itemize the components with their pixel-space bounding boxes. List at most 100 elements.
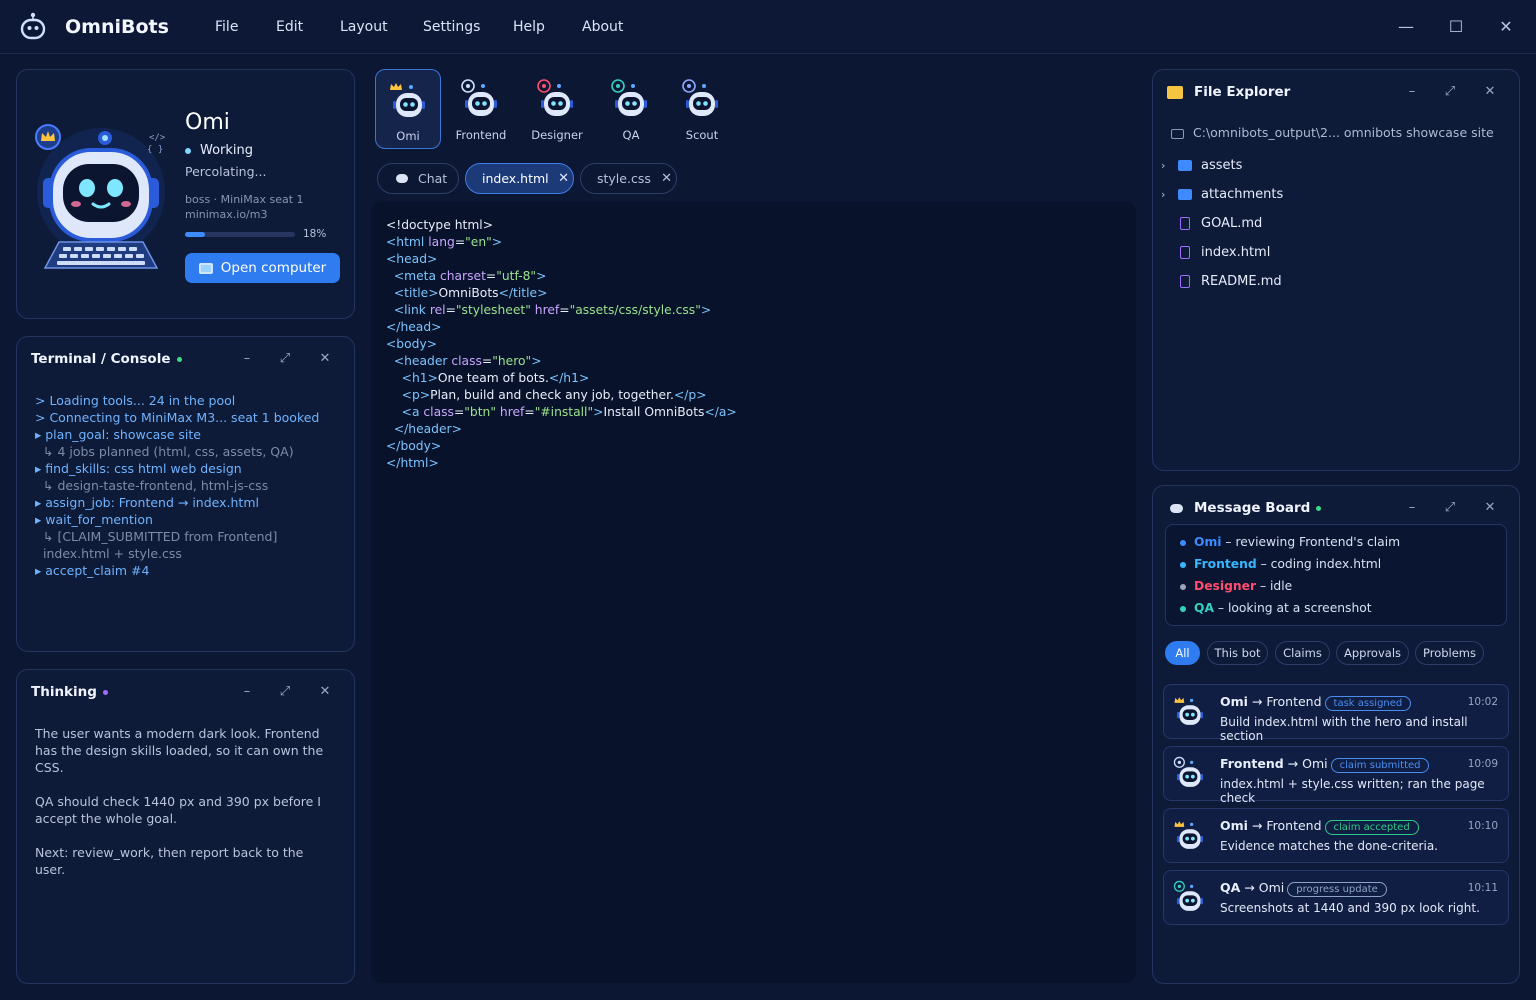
message-recipient: Frontend xyxy=(1266,694,1322,709)
profile-model: minimax.io/m3 xyxy=(185,208,268,221)
file-name: attachments xyxy=(1201,187,1284,202)
thinking-text: The user wants a modern dark look. Front… xyxy=(35,725,335,895)
file-name: README.md xyxy=(1201,274,1282,289)
bot-tab-omi[interactable]: Omi xyxy=(375,69,441,149)
close-window-button[interactable]: ✕ xyxy=(1495,16,1517,38)
bot-tab-scout[interactable]: Scout xyxy=(669,69,735,149)
message-header: Omi → Frontend task assigned xyxy=(1220,694,1412,711)
message-badge: progress update xyxy=(1287,882,1387,897)
tab-style-css[interactable]: style.css ✕ xyxy=(580,163,677,194)
maximize-window-button[interactable]: ☐ xyxy=(1445,16,1467,38)
close-panel-icon[interactable]: ✕ xyxy=(315,682,335,702)
code-line[interactable]: <head> xyxy=(386,251,737,268)
filter-this-bot[interactable]: This bot xyxy=(1207,641,1268,665)
close-tab-icon[interactable]: ✕ xyxy=(558,171,569,186)
code-line[interactable]: <a class="btn" href="#install">Install O… xyxy=(386,404,737,421)
minimize-panel-icon[interactable]: – xyxy=(237,349,257,369)
menu-file[interactable]: File xyxy=(215,19,238,35)
tab-chat-label: Chat xyxy=(418,171,448,186)
status-dot-icon xyxy=(1180,583,1186,590)
message-card[interactable]: Omi → Frontend task assigned 10:02 Build in… xyxy=(1163,684,1509,743)
arrow-icon: → xyxy=(1247,818,1267,833)
open-computer-button[interactable]: Open computer xyxy=(185,253,340,283)
minimize-panel-icon[interactable]: – xyxy=(1402,498,1422,518)
terminal-panel: Terminal / Console – ⤢ ✕ > Loading tools… xyxy=(16,336,355,652)
message-body: Evidence matches the done-criteria. xyxy=(1220,839,1438,853)
arrow-icon: → xyxy=(1283,756,1303,771)
file-item[interactable]: GOAL.md xyxy=(1161,216,1262,231)
file-path: C:\omnibots_output\2... omnibots showcas… xyxy=(1171,125,1494,140)
minimize-window-button[interactable]: — xyxy=(1395,16,1417,38)
expand-panel-icon[interactable]: ⤢ xyxy=(275,682,295,702)
message-body: index.html + style.css written; ran the … xyxy=(1220,777,1485,805)
terminal-line: > Loading tools... 24 in the pool xyxy=(35,393,236,408)
code-line[interactable]: <h1>One team of bots.</h1> xyxy=(386,370,737,387)
profile-panel: </> { } Omi Working Percolating... boss … xyxy=(16,69,355,319)
code-editor[interactable]: <!doctype html> <html lang="en"> <head> <m… xyxy=(371,202,1136,983)
close-tab-icon[interactable]: ✕ xyxy=(661,171,672,186)
arrow-icon: → xyxy=(1240,880,1259,895)
message-card[interactable]: Frontend → Omi claim submitted 10:09 index.… xyxy=(1163,746,1509,805)
file-explorer-title: File Explorer xyxy=(1194,84,1291,100)
terminal-line: ↳ design-taste-frontend, html-js-css xyxy=(43,478,269,493)
file-item[interactable]: index.html xyxy=(1161,245,1270,260)
svg-text:{ }: { } xyxy=(147,145,163,155)
bot-label: Scout xyxy=(685,128,719,142)
bot-name: Omi xyxy=(1194,535,1222,549)
menu-help[interactable]: Help xyxy=(513,19,545,35)
minimize-panel-icon[interactable]: – xyxy=(1402,82,1422,102)
tab-index-html[interactable]: index.html ✕ xyxy=(465,163,574,194)
terminal-line: > Connecting to MiniMax M3... seat 1 boo… xyxy=(35,410,320,425)
close-panel-icon[interactable]: ✕ xyxy=(1480,82,1500,102)
bot-avatar-icon xyxy=(537,79,573,116)
filter-approvals[interactable]: Approvals xyxy=(1336,641,1409,665)
bot-tab-qa[interactable]: QA xyxy=(598,69,664,149)
filter-problems[interactable]: Problems xyxy=(1415,641,1484,665)
expand-panel-icon[interactable]: ⤢ xyxy=(1440,82,1460,102)
app-title: OmniBots xyxy=(65,16,169,38)
bot-name: QA xyxy=(1194,601,1214,615)
expand-panel-icon[interactable]: ⤢ xyxy=(1440,498,1460,518)
bot-status-list: Omi – reviewing Frontend's claim Frontend… xyxy=(1165,524,1507,626)
close-panel-icon[interactable]: ✕ xyxy=(1480,498,1500,518)
code-line[interactable]: <!doctype html> xyxy=(386,217,737,234)
message-time: 10:11 xyxy=(1467,882,1498,894)
open-computer-label: Open computer xyxy=(220,260,327,276)
chevron-right-icon[interactable]: › xyxy=(1161,188,1175,201)
menu-settings[interactable]: Settings xyxy=(423,19,480,35)
folder-item[interactable]: › attachments xyxy=(1161,187,1283,202)
code-line[interactable]: </body> xyxy=(386,438,737,455)
menu-edit[interactable]: Edit xyxy=(276,19,303,35)
message-card[interactable]: QA → Omi progress update 10:11 Screenshots … xyxy=(1163,870,1509,925)
filter-all[interactable]: All xyxy=(1165,641,1200,665)
folder-icon xyxy=(1167,86,1183,99)
bot-activity: – coding index.html xyxy=(1256,557,1382,571)
bot-tab-frontend[interactable]: Frontend xyxy=(448,69,514,149)
profile-status: Working xyxy=(185,143,253,158)
code-content[interactable]: <!doctype html> <html lang="en"> <head> <m… xyxy=(386,217,737,472)
menu-about[interactable]: About xyxy=(582,19,623,35)
menu-layout[interactable]: Layout xyxy=(340,19,388,35)
code-line[interactable]: <html lang="en"> xyxy=(386,234,737,251)
code-line[interactable]: </header> xyxy=(386,421,737,438)
bot-tab-designer[interactable]: Designer xyxy=(524,69,590,149)
code-line[interactable]: <header class="hero"> xyxy=(386,353,737,370)
code-line[interactable]: </html> xyxy=(386,455,737,472)
code-line[interactable]: <meta charset="utf-8"> xyxy=(386,268,737,285)
code-line[interactable]: <body> xyxy=(386,336,737,353)
expand-panel-icon[interactable]: ⤢ xyxy=(275,349,295,369)
minimize-panel-icon[interactable]: – xyxy=(237,682,257,702)
close-panel-icon[interactable]: ✕ xyxy=(315,349,335,369)
tab-chat[interactable]: Chat xyxy=(377,163,459,194)
message-card[interactable]: Omi → Frontend claim accepted 10:10 Evidenc… xyxy=(1163,808,1509,863)
code-line[interactable]: <p>Plan, build and check any job, togeth… xyxy=(386,387,737,404)
filter-claims[interactable]: Claims xyxy=(1275,641,1330,665)
code-line[interactable]: <link rel="stylesheet" href="assets/css/… xyxy=(386,302,737,319)
file-item[interactable]: README.md xyxy=(1161,274,1282,289)
chevron-right-icon[interactable]: › xyxy=(1161,159,1175,172)
thinking-paragraph: The user wants a modern dark look. Front… xyxy=(35,726,324,775)
folder-item[interactable]: › assets xyxy=(1161,158,1242,173)
code-line[interactable]: </head> xyxy=(386,319,737,336)
title-bar: OmniBots File Edit Layout Settings Help … xyxy=(0,0,1536,54)
code-line[interactable]: <title>OmniBots</title> xyxy=(386,285,737,302)
